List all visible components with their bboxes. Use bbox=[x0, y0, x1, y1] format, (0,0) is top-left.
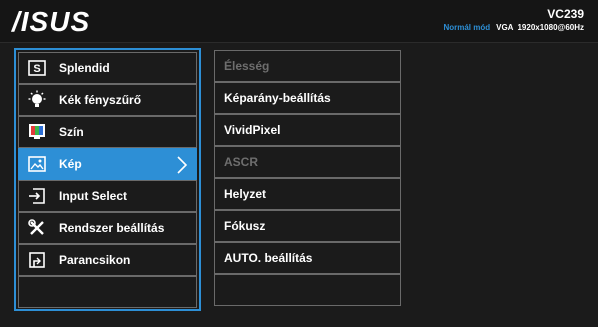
submenu-item-ascr: ASCR bbox=[214, 146, 401, 178]
status-resolution: 1920x1080@60Hz bbox=[517, 23, 584, 32]
menu-item-label: Splendid bbox=[59, 61, 110, 75]
splendid-icon: S bbox=[27, 58, 47, 78]
menu-item-label: Parancsikon bbox=[59, 253, 131, 267]
status-mode: Normál mód bbox=[443, 23, 491, 32]
sub-menu: Élesség Képarány-beállítás VividPixel AS… bbox=[214, 48, 401, 311]
menu-item-picture[interactable]: Kép bbox=[18, 148, 197, 180]
menu-item-empty bbox=[18, 276, 197, 308]
submenu-item-sharpness: Élesség bbox=[214, 50, 401, 82]
svg-text:S: S bbox=[33, 63, 40, 75]
menu-item-system-setup[interactable]: Rendszer beállítás bbox=[18, 212, 197, 244]
color-icon bbox=[27, 122, 47, 142]
asus-logo: /ISUS bbox=[12, 6, 91, 37]
submenu-item-vividpixel[interactable]: VividPixel bbox=[214, 114, 401, 146]
bulb-icon bbox=[27, 90, 47, 110]
menu-item-label: Kék fényszűrő bbox=[59, 93, 142, 107]
menu-item-shortcut[interactable]: Parancsikon bbox=[18, 244, 197, 276]
osd-window: /ISUS VC239 Normál mód VGA 1920x1080@60Hz … bbox=[0, 0, 598, 327]
input-select-icon bbox=[27, 186, 47, 206]
submenu-item-auto-adjust[interactable]: AUTO. beállítás bbox=[214, 242, 401, 274]
main-menu: S Splendid Kék fényszűrő Szín Kép Input … bbox=[14, 48, 201, 311]
status-signal: VGA bbox=[496, 23, 514, 32]
tools-icon bbox=[27, 218, 47, 238]
submenu-item-empty bbox=[214, 274, 401, 306]
chevron-right-icon bbox=[176, 155, 188, 178]
submenu-item-aspect-control[interactable]: Képarány-beállítás bbox=[214, 82, 401, 114]
menu-item-label: Kép bbox=[59, 157, 82, 171]
menu-item-label: Rendszer beállítás bbox=[59, 221, 165, 235]
submenu-item-focus[interactable]: Fókusz bbox=[214, 210, 401, 242]
submenu-item-position[interactable]: Helyzet bbox=[214, 178, 401, 210]
menu-item-label: Szín bbox=[59, 125, 84, 139]
osd-header: /ISUS VC239 Normál mód VGA 1920x1080@60Hz bbox=[0, 0, 598, 43]
picture-icon bbox=[27, 154, 47, 174]
menu-item-blue-light[interactable]: Kék fényszűrő bbox=[18, 84, 197, 116]
menu-item-input-select[interactable]: Input Select bbox=[18, 180, 197, 212]
status-line: Normál mód VGA 1920x1080@60Hz bbox=[443, 23, 584, 32]
shortcut-icon bbox=[27, 250, 47, 270]
menu-item-color[interactable]: Szín bbox=[18, 116, 197, 148]
menu-item-label: Input Select bbox=[59, 189, 128, 203]
model-name: VC239 bbox=[547, 7, 584, 21]
menu-item-splendid[interactable]: S Splendid bbox=[18, 52, 197, 84]
